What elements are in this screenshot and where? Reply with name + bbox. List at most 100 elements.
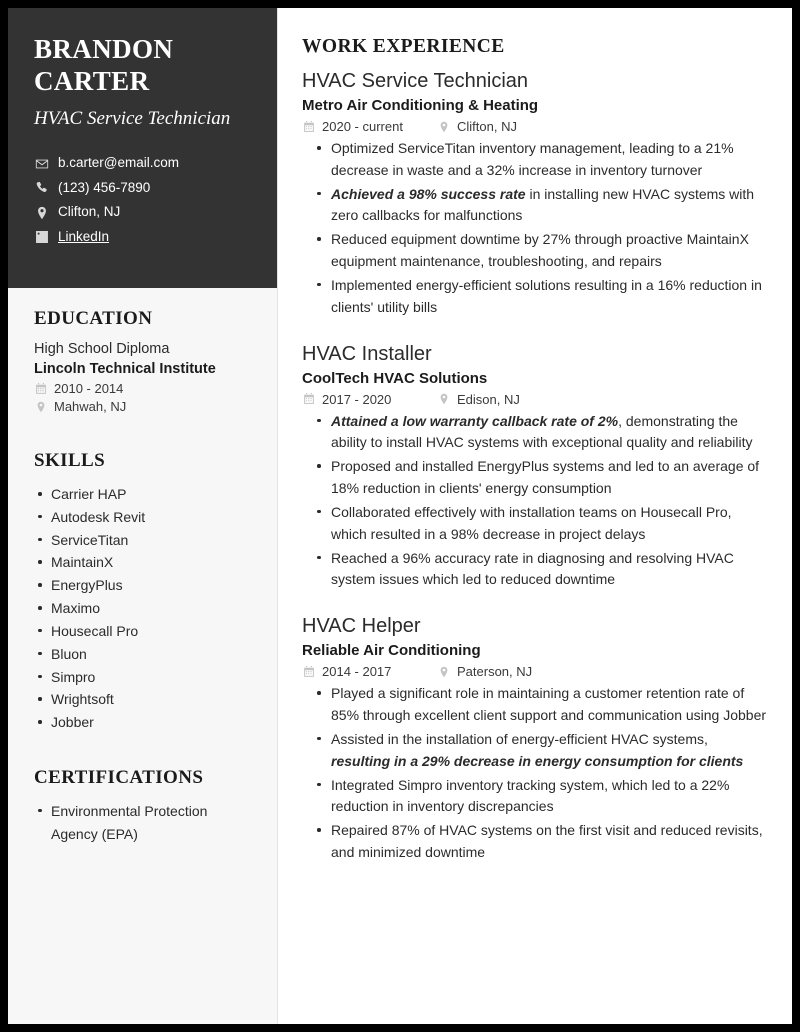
location-pin-icon (34, 205, 49, 220)
list-item: Reached a 96% accuracy rate in diagnosin… (302, 548, 768, 592)
section-certifications: CERTIFICATIONS Environmental Protection … (34, 767, 251, 846)
resume-page: BRANDON CARTER HVAC Service Technician b… (8, 8, 792, 1024)
education-location-text: Mahwah, NJ (54, 399, 127, 415)
list-item: MaintainX (34, 551, 251, 574)
job-location: Paterson, NJ (437, 664, 532, 679)
location-pin-icon (437, 120, 450, 133)
list-item: Autodesk Revit (34, 506, 251, 529)
page-title: BRANDON CARTER (34, 34, 251, 98)
location-pin-icon (437, 393, 450, 406)
header-block: BRANDON CARTER HVAC Service Technician b… (8, 8, 277, 289)
job-title: HVAC Helper (302, 615, 421, 638)
job-dates-text: 2014 - 2017 (322, 664, 392, 680)
job-location-text: Clifton, NJ (457, 119, 517, 134)
list-item: Carrier HAP (34, 483, 251, 506)
bullet-emphasis: Attained a low warranty callback rate of… (331, 412, 619, 429)
calendar-icon (34, 382, 47, 395)
envelope-icon (34, 156, 49, 171)
contact-email-text: b.carter@email.com (58, 155, 179, 171)
list-item: Integrated Simpro inventory tracking sys… (302, 775, 768, 819)
contact-phone[interactable]: (123) 456-7890 (34, 179, 251, 196)
job-meta: 2020 - current Clifton, NJ (302, 119, 768, 134)
job-company: CoolTech HVAC Solutions (302, 369, 488, 387)
list-item: EnergyPlus (34, 574, 251, 597)
certifications-heading: CERTIFICATIONS (34, 766, 204, 788)
contact-location: Clifton, NJ (34, 204, 251, 220)
list-item: Proposed and installed EnergyPlus system… (302, 456, 768, 500)
job-location-text: Paterson, NJ (457, 664, 533, 680)
education-heading: EDUCATION (34, 308, 153, 330)
job-dates-text: 2020 - current (322, 119, 403, 134)
job-meta: 2014 - 2017 Paterson, NJ (302, 664, 768, 679)
list-item: Optimized ServiceTitan inventory managem… (302, 138, 768, 182)
calendar-icon (302, 393, 315, 406)
job-bullets: Attained a low warranty callback rate of… (302, 411, 768, 592)
job-title: HVAC Installer (302, 342, 432, 365)
contact-linkedin[interactable]: LinkedIn (34, 228, 251, 245)
job-list: HVAC Service Technician Metro Air Condit… (302, 69, 768, 864)
list-item: Repaired 87% of HVAC systems on the firs… (302, 820, 768, 864)
job-company: Metro Air Conditioning & Heating (302, 97, 539, 114)
contact-linkedin-text: LinkedIn (58, 228, 110, 244)
job-company: Reliable Air Conditioning (302, 642, 481, 660)
skills-list: Carrier HAP Autodesk Revit ServiceTitan … (34, 483, 251, 734)
work-experience-heading: WORK EXPERIENCE (302, 36, 505, 57)
job-dates: 2020 - current (302, 119, 437, 134)
education-school: Lincoln Technical Institute (34, 361, 216, 378)
calendar-icon (302, 120, 315, 133)
list-item: Environmental Protection Agency (EPA) (34, 800, 251, 846)
sidebar: BRANDON CARTER HVAC Service Technician b… (8, 8, 278, 1024)
bullet-emphasis: resulting in a 29% decrease in energy co… (331, 752, 744, 769)
job-location: Clifton, NJ (437, 119, 517, 134)
list-item: Achieved a 98% success rate in installin… (302, 184, 768, 228)
sidebar-sections: EDUCATION High School Diploma Lincoln Te… (8, 288, 277, 846)
list-item: Wrightsoft (34, 688, 251, 711)
job-location-text: Edison, NJ (457, 391, 520, 407)
name-line-1: BRANDON (34, 34, 174, 64)
list-item: Played a significant role in maintaining… (302, 683, 768, 727)
phone-icon (34, 181, 49, 196)
education-location: Mahwah, NJ (34, 399, 251, 414)
list-item: Simpro (34, 666, 251, 689)
job-dates: 2017 - 2020 (302, 392, 437, 407)
location-pin-icon (437, 665, 450, 678)
job-entry: HVAC Installer CoolTech HVAC Solutions 2… (302, 342, 768, 592)
job-bullets: Optimized ServiceTitan inventory managem… (302, 138, 768, 319)
contact-phone-text: (123) 456-7890 (58, 179, 151, 195)
contact-email[interactable]: b.carter@email.com (34, 155, 251, 171)
list-item: ServiceTitan (34, 529, 251, 552)
job-title: HVAC Service Technician (302, 70, 529, 92)
job-location: Edison, NJ (437, 392, 520, 407)
list-item: Jobber (34, 711, 251, 734)
calendar-icon (302, 665, 315, 678)
job-bullets: Played a significant role in maintaining… (302, 683, 768, 864)
certifications-list: Environmental Protection Agency (EPA) (34, 800, 251, 846)
education-dates: 2010 - 2014 (34, 381, 251, 396)
section-skills: SKILLS Carrier HAP Autodesk Revit Servic… (34, 450, 251, 734)
job-entry: HVAC Service Technician Metro Air Condit… (302, 69, 768, 319)
job-dates: 2014 - 2017 (302, 664, 437, 679)
list-item: Bluon (34, 643, 251, 666)
list-item: Implemented energy-efficient solutions r… (302, 275, 768, 319)
education-degree: High School Diploma (34, 341, 170, 358)
section-education: EDUCATION High School Diploma Lincoln Te… (34, 308, 251, 414)
contact-location-text: Clifton, NJ (58, 204, 121, 220)
main-column: WORK EXPERIENCE HVAC Service Technician … (278, 8, 792, 1024)
education-dates-text: 2010 - 2014 (54, 381, 124, 397)
list-item: Maximo (34, 597, 251, 620)
job-dates-text: 2017 - 2020 (322, 391, 392, 407)
list-item: Assisted in the installation of energy-e… (302, 729, 768, 773)
job-entry: HVAC Helper Reliable Air Conditioning 20… (302, 614, 768, 864)
name-line-2: CARTER (34, 65, 150, 96)
bullet-emphasis: Achieved a 98% success rate (331, 185, 526, 202)
list-item: Attained a low warranty callback rate of… (302, 411, 768, 455)
list-item: Reduced equipment downtime by 27% throug… (302, 229, 768, 273)
job-meta: 2017 - 2020 Edison, NJ (302, 392, 768, 407)
location-pin-icon (34, 400, 47, 413)
skills-heading: SKILLS (34, 450, 106, 472)
linkedin-icon (34, 230, 49, 245)
contact-list: b.carter@email.com (123) 456-7890 Clifto… (34, 155, 251, 245)
list-item: Housecall Pro (34, 620, 251, 643)
